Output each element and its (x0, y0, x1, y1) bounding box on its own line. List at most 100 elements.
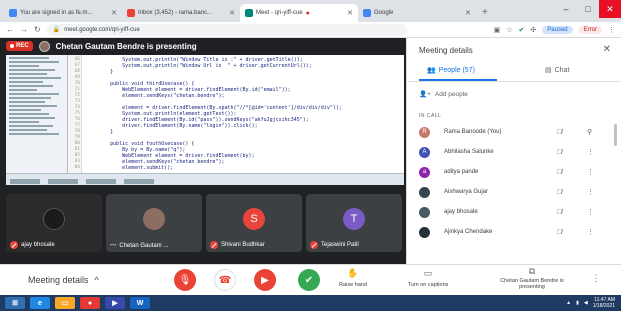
participant-name: aditya pande (444, 169, 479, 175)
tab-close-icon[interactable]: ✕ (347, 9, 353, 17)
rec-label: REC (16, 43, 29, 49)
avatar: R (419, 126, 430, 138)
meeting-details-button[interactable]: Meeting details ^ (28, 275, 99, 285)
lock-icon: 🔒 (52, 27, 61, 33)
tab-people[interactable]: 👥 People (57) (427, 66, 475, 75)
maximize-icon[interactable]: □ (577, 0, 599, 18)
back-icon[interactable]: ← (6, 25, 14, 34)
tab-close-icon[interactable]: ✕ (111, 9, 117, 17)
chrome-menu-icon[interactable]: ⋮ (608, 26, 615, 34)
mic-off-icon: 🎙̸ (557, 208, 563, 216)
word-icon[interactable]: W (130, 297, 150, 309)
present-screen-icon[interactable]: ⧉ (522, 266, 542, 277)
presenting-title: Chetan Gautam Bendre is presenting (55, 41, 197, 51)
url-text: meet.google.com/qri-yiff-cue (64, 26, 140, 33)
clock[interactable]: 11:47 AM 1/18/2021 (593, 297, 615, 309)
tab-people-label: People (57) (438, 66, 475, 74)
internet-explorer-icon[interactable]: e (30, 297, 50, 309)
tab-label: Meet - qri-yiff-cue (256, 10, 303, 16)
os-taskbar: ⊞ e ▭ ● ▶ W ▲ ▮ ◀ 11:47 AM 1/18/2021 (0, 295, 621, 311)
url-field[interactable]: 🔒 meet.google.com/qri-yiff-cue (46, 23, 407, 36)
ide-console-tabs (6, 173, 404, 185)
code-line-numbers: 66 67 68 69 70 71 72 73 74 75 76 77 78 79 80 81 82 83 84 (68, 55, 82, 185)
presenting-label: Chetan Gautam Bendre is presenting (500, 278, 564, 290)
windows-start-icon[interactable]: ⊞ (5, 297, 25, 309)
gmail-favicon-icon (127, 9, 135, 17)
presentation-header: REC Chetan Gautam Bendre is presenting (0, 38, 406, 54)
pin-icon[interactable]: ⚲ (587, 128, 592, 136)
mic-off-icon (210, 241, 218, 249)
camera-toggle-button[interactable]: ▶ (254, 269, 276, 291)
in-call-heading: IN CALL (419, 113, 442, 119)
leave-call-button[interactable]: ☎ (214, 269, 236, 291)
reload-icon[interactable]: ↻ (34, 25, 41, 34)
chrome-icon[interactable]: ● (80, 297, 100, 309)
browser-tab[interactable]: Inbox (3,452) - rama.banc... ✕ (122, 4, 240, 22)
participant-avatar: S (243, 208, 265, 230)
camera-icon[interactable]: ▣ (494, 26, 501, 34)
list-item[interactable]: Aishwarya Gujar 🎙̸ ⋮ (407, 182, 621, 202)
participant-name: Aishwarya Gujar (444, 189, 489, 195)
network-icon[interactable]: ▮ (576, 300, 579, 306)
tab-chat[interactable]: ▤ Chat (545, 66, 569, 75)
participant-avatar: T (343, 208, 365, 230)
tab-close-icon[interactable]: ✕ (465, 9, 471, 17)
star-icon[interactable]: ☆ (506, 26, 512, 34)
participant-tile[interactable]: T Tejaswini Patil (306, 194, 402, 252)
address-bar-row: ← → ↻ 🔒 meet.google.com/qri-yiff-cue ▣ ☆… (0, 22, 621, 38)
minimize-icon[interactable]: – (555, 0, 577, 18)
chat-icon: ▤ (545, 67, 552, 74)
mic-off-icon (10, 241, 18, 249)
profile-paused-badge[interactable]: Paused (542, 25, 573, 34)
browser-tab[interactable]: You are signed in as fe.m... ✕ (4, 4, 122, 22)
avatar (419, 186, 430, 198)
meeting-details-panel: Meeting details ✕ 👥 People (57) ▤ Chat 👤… (406, 38, 621, 264)
list-item[interactable]: R Rama Banoode (You) 🎙̸ ⚲ (407, 122, 621, 142)
browser-tab[interactable]: Google ✕ (358, 4, 476, 22)
error-badge[interactable]: Error (578, 25, 602, 34)
more-options-icon[interactable]: ⋮ (587, 168, 594, 176)
more-options-icon[interactable]: ⋮ (590, 273, 602, 284)
list-item[interactable]: A Abhilasha Salunke 🎙̸ ⋮ (407, 142, 621, 162)
participant-tile[interactable]: ••• Chetan Gautam ... (106, 194, 202, 252)
people-icon: 👥 (427, 67, 436, 74)
list-item[interactable]: Ajinkya Chendake 🎙̸ ⋮ (407, 222, 621, 242)
tab-close-icon[interactable]: ✕ (229, 9, 235, 17)
tab-favicon-icon (9, 9, 17, 17)
extensions-puzzle-icon[interactable]: ✣ (530, 26, 536, 34)
participant-list: R Rama Banoode (You) 🎙̸ ⚲ A Abhilasha Sa… (407, 122, 621, 242)
list-item[interactable]: a aditya pande 🎙̸ ⋮ (407, 162, 621, 182)
shared-screen: 66 67 68 69 70 71 72 73 74 75 76 77 78 79 80 81 82 83 84 S… (6, 55, 404, 185)
emoji-button[interactable]: ✔ (298, 269, 320, 291)
hand-icon[interactable]: ✋ (340, 268, 366, 279)
new-tab-icon[interactable]: + (476, 4, 494, 22)
volume-icon[interactable]: ◀ (584, 300, 588, 306)
close-icon[interactable]: ✕ (603, 44, 611, 55)
participant-name: Rama Banoode (You) (444, 129, 502, 135)
list-item[interactable]: ajay bhosale 🎙̸ ⋮ (407, 202, 621, 222)
mic-off-icon: 🎙̸ (557, 188, 563, 196)
participant-tile[interactable]: ajay bhosale (6, 194, 102, 252)
tab-label: Google (374, 10, 394, 16)
extension-check-icon[interactable]: ✔ (519, 26, 525, 34)
browser-tab-active[interactable]: Meet - qri-yiff-cue ● ✕ (240, 4, 358, 22)
tray-arrow-icon[interactable]: ▲ (566, 300, 571, 306)
browser-tab-strip: You are signed in as fe.m... ✕ Inbox (3,… (0, 0, 621, 22)
recording-dot-icon: ● (305, 9, 310, 17)
more-options-icon[interactable]: ⋮ (587, 148, 594, 156)
tab-divider (407, 81, 621, 82)
tab-label: Inbox (3,452) - rama.banc... (138, 10, 213, 16)
more-options-icon[interactable]: ⋮ (587, 188, 594, 196)
google-favicon-icon (363, 9, 371, 17)
more-options-icon[interactable]: ⋮ (587, 208, 594, 216)
mic-toggle-button[interactable]: 🎙 (174, 269, 196, 291)
window-close-icon[interactable]: ✕ (599, 0, 621, 18)
more-options-icon[interactable]: ⋮ (587, 228, 594, 236)
media-player-icon[interactable]: ▶ (105, 297, 125, 309)
forward-icon[interactable]: → (20, 25, 28, 34)
file-explorer-icon[interactable]: ▭ (55, 297, 75, 309)
participant-tile[interactable]: S Shivani Budhkar (206, 194, 302, 252)
captions-icon[interactable]: ▭ (418, 268, 438, 279)
add-people-button[interactable]: 👤+ Add people (419, 90, 468, 99)
participant-name: Abhilasha Salunke (444, 149, 494, 155)
